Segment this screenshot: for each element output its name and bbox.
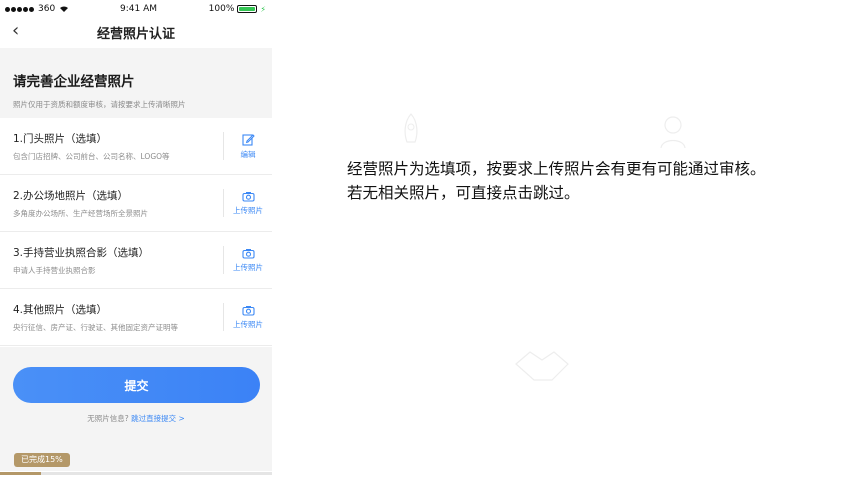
upload-button[interactable]: 上传照片 [224, 191, 272, 216]
intro-title: 请完善企业经营照片 [13, 74, 135, 90]
camera-icon [241, 248, 255, 259]
page-title: 经营照片认证 [96, 26, 175, 42]
item-texts: 4.其他照片（选填） 央行征信、房产证、行驶证、其他固定资产证明等 [13, 302, 223, 333]
item-texts: 1.门头照片（选填） 包含门店招牌、公司前台、公司名称、LOGO等 [13, 131, 223, 162]
charging-icon: ⚡ [260, 4, 266, 14]
person-illustration [660, 116, 686, 149]
signal-icon [5, 6, 34, 12]
upload-label: 上传照片 [233, 205, 263, 215]
rocket-illustration [404, 113, 418, 143]
screen: 360 9:41 AM 100% ⚡ ‹ 经营照片认证 请完善企业经营照片 照片… [0, 0, 846, 489]
battery-percent: 100% [208, 4, 235, 14]
intro-subtitle: 照片仅用于资质和额度审核，请按要求上传清晰照片 [13, 100, 186, 109]
handshake-illustration [515, 351, 569, 381]
item-desc: 申请人手持营业执照合影 [13, 265, 96, 275]
status-bar: 360 9:41 AM 100% ⚡ [0, 0, 272, 18]
item-texts: 3.手持营业执照合影（选填） 申请人手持营业执照合影 [13, 245, 223, 276]
caption-line-1: 经营照片为选填项，按要求上传照片会有更有可能通过审核。 [347, 160, 766, 178]
photo-item-license[interactable]: 3.手持营业执照合影（选填） 申请人手持营业执照合影 上传照片 [0, 232, 272, 289]
photo-list: 1.门头照片（选填） 包含门店招牌、公司前台、公司名称、LOGO等 编辑 2.办… [0, 118, 272, 346]
upload-label: 上传照片 [233, 262, 263, 272]
intro-section: 请完善企业经营照片 照片仅用于资质和额度审核，请按要求上传清晰照片 [0, 48, 272, 118]
item-title: 3.手持营业执照合影（选填） [13, 246, 150, 259]
item-desc: 包含门店招牌、公司前台、公司名称、LOGO等 [13, 151, 170, 161]
skip-link[interactable]: 跳过直接提交 > [131, 414, 185, 423]
item-desc: 多角度办公场所、生产经营场所全景照片 [13, 208, 148, 218]
edit-button[interactable]: 编辑 [224, 133, 272, 160]
nav-bar: ‹ 经营照片认证 [0, 18, 272, 46]
status-left: 360 [5, 4, 69, 14]
back-chevron-icon[interactable]: ‹ [12, 21, 19, 41]
progress-badge: 已完成15% [14, 453, 70, 467]
item-title: 4.其他照片（选填） [13, 303, 108, 316]
upload-button[interactable]: 上传照片 [224, 305, 272, 330]
edit-icon [241, 133, 255, 146]
camera-icon [241, 191, 255, 202]
status-right: 100% ⚡ [209, 4, 266, 14]
upload-button[interactable]: 上传照片 [224, 248, 272, 273]
phone-screen: 360 9:41 AM 100% ⚡ ‹ 经营照片认证 请完善企业经营照片 照片… [0, 0, 272, 489]
upload-label: 上传照片 [233, 319, 263, 329]
item-title: 1.门头照片（选填） [13, 132, 108, 145]
carrier-label: 360 [38, 4, 56, 14]
progress-fill [0, 472, 41, 475]
item-desc: 央行征信、房产证、行驶证、其他固定资产证明等 [13, 322, 178, 332]
clock: 9:41 AM [120, 4, 157, 14]
edit-label: 编辑 [240, 149, 256, 159]
skip-prefix: 无照片信息? [87, 414, 129, 423]
camera-icon [241, 305, 255, 316]
item-texts: 2.办公场地照片（选填） 多角度办公场所、生产经营场所全景照片 [13, 188, 223, 219]
submit-button[interactable]: 提交 [13, 367, 260, 403]
caption-line-2: 若无相关照片，可直接点击跳过。 [347, 184, 580, 202]
skip-line: 无照片信息? 跳过直接提交 > [0, 413, 272, 424]
wifi-icon [60, 6, 69, 12]
battery-icon [237, 5, 258, 13]
item-title: 2.办公场地照片（选填） [13, 189, 129, 202]
photo-item-office[interactable]: 2.办公场地照片（选填） 多角度办公场所、生产经营场所全景照片 上传照片 [0, 175, 272, 232]
photo-item-other[interactable]: 4.其他照片（选填） 央行征信、房产证、行驶证、其他固定资产证明等 上传照片 [0, 289, 272, 346]
progress-bar [0, 472, 272, 475]
photo-item-storefront[interactable]: 1.门头照片（选填） 包含门店招牌、公司前台、公司名称、LOGO等 编辑 [0, 118, 272, 175]
caption: 经营照片为选填项，按要求上传照片会有更有可能通过审核。 若无相关照片，可直接点击… [347, 157, 842, 205]
